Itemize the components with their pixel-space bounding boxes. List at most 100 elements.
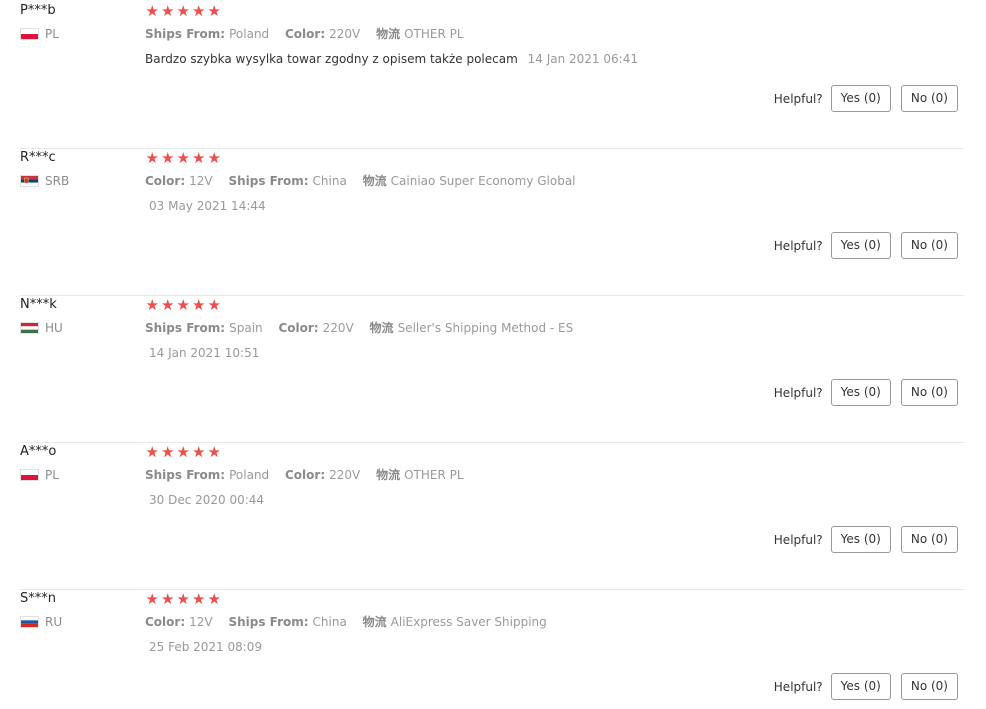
helpful-label: Helpful?	[773, 532, 823, 547]
star-icon: ★	[192, 590, 206, 608]
order-attribute: 物流 OTHER PL	[376, 468, 463, 482]
star-rating: ★ ★ ★ ★ ★	[145, 590, 964, 608]
attribute-value: Cainiao Super Economy Global	[390, 174, 576, 188]
review-content: 03 May 2021 14:44	[145, 197, 964, 215]
star-icon: ★	[161, 149, 175, 167]
attribute-key: Ships From:	[145, 321, 226, 335]
order-attributes: Color: 12V Ships From: China 物流 Cainiao Sup…	[145, 172, 964, 190]
order-attribute: 物流 AliExpress Saver Shipping	[363, 615, 547, 629]
buyer-country: PL	[20, 467, 130, 483]
star-icon: ★	[192, 443, 206, 461]
country-code: HU	[45, 321, 63, 335]
serbia-flag-icon	[20, 175, 39, 187]
buyer-country: PL	[20, 26, 130, 42]
buyer-name: P***b	[20, 3, 56, 18]
attribute-value: 220V	[322, 321, 354, 335]
star-icon: ★	[145, 296, 159, 314]
review-item: P***b PL ★ ★ ★ ★ ★ Ships From: Poland Color: 2…	[20, 2, 964, 149]
review-text: Bardzo szybka wysylka towar zgodny z opi…	[145, 52, 518, 66]
helpful-no-button[interactable]: No (0)	[900, 526, 958, 553]
review-content: Bardzo szybka wysylka towar zgodny z opi…	[145, 50, 964, 68]
star-icon: ★	[161, 296, 175, 314]
helpful-vote: Helpful? Yes (0) No (0)	[774, 232, 958, 259]
helpful-no-button[interactable]: No (0)	[900, 232, 958, 259]
helpful-no-button[interactable]: No (0)	[900, 379, 958, 406]
country-code: SRB	[45, 174, 70, 188]
helpful-yes-button[interactable]: Yes (0)	[830, 232, 891, 259]
buyer-country: RU	[20, 614, 130, 630]
star-icon: ★	[207, 149, 221, 167]
star-icon: ★	[145, 149, 159, 167]
buyer-name: S***n	[20, 591, 56, 606]
helpful-no-button[interactable]: No (0)	[900, 85, 958, 112]
feedback: ★ ★ ★ ★ ★ Color: 12V Ships From: China 物流 AliEx…	[145, 590, 964, 656]
order-attribute: Ships From: China	[228, 615, 346, 629]
attribute-key: 物流	[362, 615, 387, 629]
feedback: ★ ★ ★ ★ ★ Color: 12V Ships From: China 物流 Caini…	[145, 149, 964, 215]
star-icon: ★	[192, 2, 206, 20]
country-code: PL	[45, 468, 59, 482]
attribute-key: Ships From:	[145, 27, 226, 41]
attribute-value: Poland	[229, 27, 270, 41]
star-icon: ★	[176, 590, 190, 608]
buyer-info: N***k HU	[20, 296, 130, 336]
country-code: RU	[45, 615, 63, 629]
helpful-vote: Helpful? Yes (0) No (0)	[774, 85, 958, 112]
review-date: 14 Jan 2021 10:51	[149, 346, 260, 360]
star-icon: ★	[161, 443, 175, 461]
attribute-key: Color:	[145, 615, 186, 629]
order-attribute: Color: 220V	[285, 27, 360, 41]
star-icon: ★	[176, 2, 190, 20]
helpful-vote: Helpful? Yes (0) No (0)	[774, 673, 958, 700]
helpful-yes-button[interactable]: Yes (0)	[830, 526, 891, 553]
feedback: ★ ★ ★ ★ ★ Ships From: Poland Color: 220V 物流 OTH…	[145, 2, 964, 68]
review-content: 14 Jan 2021 10:51	[145, 344, 964, 362]
feedback: ★ ★ ★ ★ ★ Ships From: Poland Color: 220V 物流 OTH…	[145, 443, 964, 509]
helpful-yes-button[interactable]: Yes (0)	[830, 379, 891, 406]
country-code: PL	[45, 27, 59, 41]
helpful-yes-button[interactable]: Yes (0)	[830, 85, 891, 112]
star-icon: ★	[207, 296, 221, 314]
buyer-info: A***o PL	[20, 443, 130, 483]
review-content: 30 Dec 2020 00:44	[145, 491, 964, 509]
star-rating: ★ ★ ★ ★ ★	[145, 2, 964, 20]
attribute-key: 物流	[376, 468, 401, 482]
buyer-name: A***o	[20, 444, 57, 459]
helpful-label: Helpful?	[773, 238, 823, 253]
attribute-key: Ships From:	[228, 174, 309, 188]
order-attribute: Ships From: Poland	[145, 27, 269, 41]
order-attributes: Ships From: Poland Color: 220V 物流 OTHER PL	[145, 25, 964, 43]
star-icon: ★	[207, 443, 221, 461]
review-item: A***o PL ★ ★ ★ ★ ★ Ships From: Poland Color: 2…	[20, 443, 964, 590]
review-date: 25 Feb 2021 08:09	[149, 640, 263, 654]
review-date: 03 May 2021 14:44	[149, 199, 266, 213]
order-attributes: Ships From: Spain Color: 220V 物流 Seller's S…	[145, 319, 964, 337]
attribute-value: Seller's Shipping Method - ES	[397, 321, 574, 335]
order-attribute: Color: 12V	[145, 174, 213, 188]
star-icon: ★	[161, 2, 175, 20]
poland-flag-icon	[20, 469, 39, 481]
order-attribute: Color: 220V	[285, 468, 360, 482]
order-attribute: Color: 220V	[278, 321, 353, 335]
attribute-key: Color:	[285, 468, 326, 482]
helpful-no-button[interactable]: No (0)	[900, 673, 958, 700]
star-icon: ★	[207, 2, 221, 20]
attribute-key: Color:	[145, 174, 186, 188]
attribute-key: Ships From:	[228, 615, 309, 629]
star-rating: ★ ★ ★ ★ ★	[145, 296, 964, 314]
helpful-yes-button[interactable]: Yes (0)	[830, 673, 891, 700]
helpful-vote: Helpful? Yes (0) No (0)	[774, 379, 958, 406]
review-date: 30 Dec 2020 00:44	[149, 493, 265, 507]
helpful-label: Helpful?	[773, 385, 823, 400]
review-item: S***n RU ★ ★ ★ ★ ★ Color: 12V Ships From: Chin…	[20, 590, 964, 709]
order-attribute: 物流 Cainiao Super Economy Global	[363, 174, 576, 188]
review-content: 25 Feb 2021 08:09	[145, 638, 964, 656]
buyer-country: SRB	[20, 173, 130, 189]
order-attribute: 物流 OTHER PL	[376, 27, 463, 41]
attribute-key: Color:	[278, 321, 319, 335]
attribute-key: 物流	[362, 174, 387, 188]
buyer-name: N***k	[20, 297, 57, 312]
attribute-value: China	[312, 615, 347, 629]
order-attribute: Ships From: Poland	[145, 468, 269, 482]
attribute-value: AliExpress Saver Shipping	[390, 615, 547, 629]
